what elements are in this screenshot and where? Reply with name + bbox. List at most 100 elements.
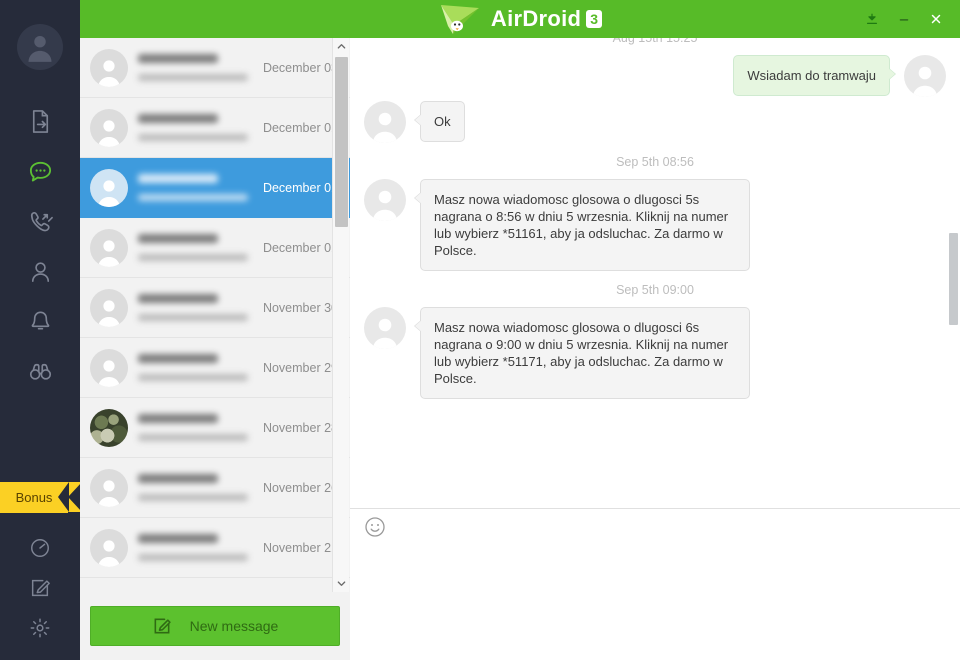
contact-avatar-icon bbox=[98, 239, 120, 267]
contact-name-redacted bbox=[138, 474, 218, 483]
contact-avatar bbox=[90, 48, 128, 87]
download-tray-icon bbox=[866, 13, 878, 25]
sidebar-item-calls[interactable] bbox=[0, 196, 80, 246]
scrollbar-thumb[interactable] bbox=[335, 57, 348, 227]
gear-icon bbox=[30, 618, 50, 638]
message-row: Masz nowa wiadomosc glosowa o dlugosci 5… bbox=[350, 179, 960, 271]
conversation-row[interactable]: November 29 bbox=[80, 338, 350, 398]
conversation-date: December 03 bbox=[262, 60, 338, 75]
conversation-row[interactable]: November 30 bbox=[80, 278, 350, 338]
message-row: Masz nowa wiadomosc glosowa o dlugosci 6… bbox=[350, 307, 960, 399]
contact-name-redacted bbox=[138, 234, 218, 243]
message-avatar-icon bbox=[913, 66, 937, 97]
message-avatar bbox=[364, 101, 406, 143]
conversation-date: November 21 bbox=[262, 540, 338, 555]
sidebar-item-data-usage[interactable] bbox=[0, 528, 80, 568]
chat-panel: Aug 15th 15:25 Wsiadam do tramwaju Ok Sep 5… bbox=[350, 38, 960, 660]
new-message-button[interactable]: New message bbox=[90, 606, 340, 646]
conversation-summary bbox=[128, 54, 263, 81]
conversation-summary bbox=[128, 234, 263, 261]
message-row: Ok bbox=[350, 101, 960, 143]
binoculars-icon bbox=[29, 363, 51, 380]
conversation-date: November 28 bbox=[262, 420, 338, 435]
message-preview-redacted bbox=[138, 314, 248, 321]
conversation-date: December 01 bbox=[262, 240, 338, 255]
sidebar-item-notifications[interactable] bbox=[0, 296, 80, 346]
message-avatar-icon bbox=[373, 112, 397, 143]
contact-avatar-icon bbox=[98, 299, 120, 327]
message-bubble[interactable]: Masz nowa wiadomosc glosowa o dlugosci 6… bbox=[414, 307, 750, 399]
chevron-down-icon bbox=[337, 581, 346, 586]
message-preview-redacted bbox=[138, 554, 248, 561]
conversation-list-scrollbar[interactable] bbox=[332, 38, 349, 592]
conversation-row[interactable]: November 28 bbox=[80, 398, 350, 458]
contact-avatar-icon bbox=[98, 119, 120, 147]
conversation-row[interactable]: December 01 bbox=[80, 158, 350, 218]
contact-avatar-icon bbox=[98, 59, 120, 87]
window-controls bbox=[858, 0, 950, 38]
sidebar-item-feedback[interactable] bbox=[0, 568, 80, 608]
message-preview-redacted bbox=[138, 134, 248, 141]
phone-call-icon bbox=[30, 211, 53, 231]
chevron-up-icon bbox=[337, 44, 346, 49]
bell-notification-icon bbox=[31, 311, 49, 330]
user-avatar[interactable] bbox=[17, 24, 63, 70]
new-message-label: New message bbox=[189, 618, 279, 634]
minimize-button[interactable] bbox=[890, 6, 918, 32]
conversation-row[interactable]: December 03 bbox=[80, 38, 350, 98]
contact-name-redacted bbox=[138, 54, 218, 63]
bonus-ribbon[interactable]: Bonus bbox=[0, 482, 82, 513]
message-input[interactable] bbox=[350, 545, 960, 660]
emoji-picker-button[interactable] bbox=[364, 516, 386, 538]
contact-name-redacted bbox=[138, 354, 218, 363]
collapse-to-tray-button[interactable] bbox=[858, 6, 886, 32]
contact-avatar bbox=[90, 228, 128, 267]
contact-name-redacted bbox=[138, 174, 218, 183]
conversation-row[interactable]: December 01 bbox=[80, 98, 350, 158]
message-avatar-icon bbox=[373, 190, 397, 221]
message-preview-redacted bbox=[138, 254, 248, 261]
sidebar-item-find-phone[interactable] bbox=[0, 346, 80, 396]
minimize-icon bbox=[899, 19, 909, 21]
rail-nav bbox=[0, 96, 80, 396]
chat-bubble-icon bbox=[29, 161, 51, 181]
sidebar-item-messages[interactable] bbox=[0, 146, 80, 196]
conversation-summary bbox=[128, 474, 263, 501]
sidebar-item-files[interactable] bbox=[0, 96, 80, 146]
sidebar-item-contacts[interactable] bbox=[0, 246, 80, 296]
left-icon-rail: Bonus bbox=[0, 0, 82, 660]
message-preview-redacted bbox=[138, 74, 248, 81]
message-preview-redacted bbox=[138, 194, 248, 201]
contact-avatar bbox=[90, 288, 128, 327]
scroll-up-button[interactable] bbox=[333, 38, 350, 55]
message-row: Wsiadam do tramwaju bbox=[350, 55, 960, 97]
conversation-date: December 01 bbox=[262, 180, 338, 195]
contacts-person-icon bbox=[31, 261, 49, 282]
new-message-bar: New message bbox=[80, 592, 350, 660]
chat-scrollbar-thumb[interactable] bbox=[949, 233, 958, 325]
conversation-list[interactable]: December 03 December 01 December 01 Decembe… bbox=[80, 38, 350, 592]
conversation-summary bbox=[128, 414, 263, 441]
sidebar-item-settings[interactable] bbox=[0, 608, 80, 648]
message-bubble[interactable]: Masz nowa wiadomosc glosowa o dlugosci 5… bbox=[414, 179, 750, 271]
date-separator: Aug 15th 15:25 bbox=[612, 38, 698, 45]
scroll-down-button[interactable] bbox=[333, 575, 350, 592]
conversation-date: November 29 bbox=[262, 360, 338, 375]
message-avatar-icon bbox=[373, 318, 397, 349]
message-bubble[interactable]: Wsiadam do tramwaju bbox=[733, 55, 896, 96]
contact-avatar-icon bbox=[98, 359, 120, 387]
contact-avatar-icon bbox=[98, 539, 120, 567]
airdroid-paper-plane-logo bbox=[440, 5, 479, 34]
contact-name-redacted bbox=[138, 414, 218, 423]
conversation-row[interactable]: December 01 bbox=[80, 218, 350, 278]
message-thread[interactable]: Aug 15th 15:25 Wsiadam do tramwaju Ok Sep 5… bbox=[350, 38, 960, 508]
message-bubble[interactable]: Ok bbox=[414, 101, 465, 142]
conversation-date: November 26 bbox=[262, 480, 338, 495]
contact-name-redacted bbox=[138, 534, 218, 543]
contact-avatar bbox=[90, 468, 128, 507]
close-button[interactable] bbox=[922, 6, 950, 32]
airdroid-window: Bonus AirDroid 3 December 03 December 01… bbox=[0, 0, 960, 660]
conversation-row[interactable]: November 21 bbox=[80, 518, 350, 578]
conversation-row[interactable]: November 26 bbox=[80, 458, 350, 518]
contact-avatar bbox=[90, 408, 128, 447]
